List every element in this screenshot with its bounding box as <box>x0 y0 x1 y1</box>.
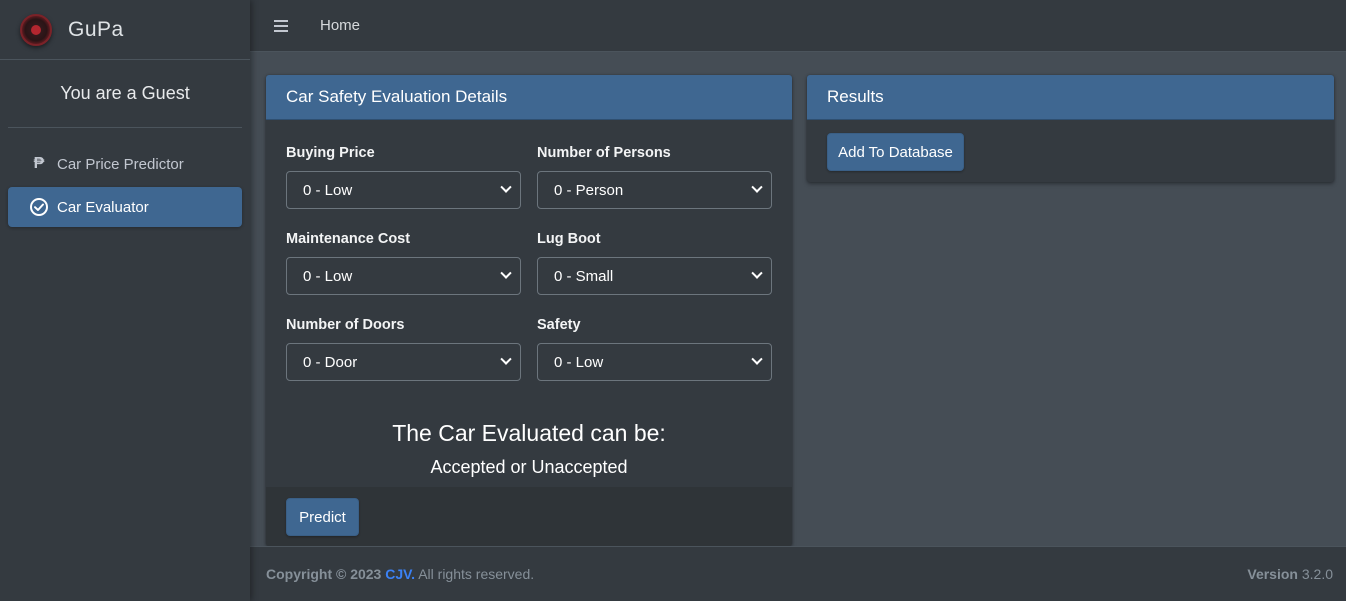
lug-boot-label: Lug Boot <box>537 231 601 247</box>
safety-label: Safety <box>537 317 581 333</box>
evaluation-details-card: Car Safety Evaluation Details Buying Pri… <box>266 75 792 546</box>
chevron-down-icon <box>500 181 512 193</box>
sidebar-item-label: Car Price Predictor <box>57 155 184 173</box>
results-card: Results Add To Database <box>807 75 1334 182</box>
select-value: 0 - Small <box>554 267 614 285</box>
card-footer: Predict <box>266 487 792 546</box>
rights-text: All rights reserved. <box>418 566 535 582</box>
brand-link[interactable]: GuPa <box>0 0 250 60</box>
chevron-down-icon <box>500 267 512 279</box>
copyright-prefix: Copyright © 2023 <box>266 566 382 582</box>
card-title: Results <box>807 75 1334 120</box>
persons-select[interactable]: 0 - Person <box>537 171 772 209</box>
doors-select[interactable]: 0 - Door <box>286 343 521 381</box>
safety-field: Safety 0 - Low <box>537 317 772 381</box>
version-number: 3.2.0 <box>1301 566 1333 582</box>
buying-price-field: Buying Price 0 - Low <box>286 145 521 209</box>
buying-price-label: Buying Price <box>286 145 375 161</box>
lug-boot-field: Lug Boot 0 - Small <box>537 231 772 295</box>
doors-label: Number of Doors <box>286 317 405 333</box>
chevron-down-icon <box>500 353 512 365</box>
footer-brand-link[interactable]: CJV. <box>385 566 415 582</box>
version-label: Version <box>1247 566 1298 582</box>
persons-label: Number of Persons <box>537 145 671 161</box>
select-value: 0 - Door <box>303 353 358 371</box>
peso-icon: ₱ <box>33 155 45 172</box>
doors-field: Number of Doors 0 - Door <box>286 317 521 381</box>
card-title: Car Safety Evaluation Details <box>266 75 792 120</box>
result-heading: The Car Evaluated can be: <box>392 420 666 446</box>
maintenance-label: Maintenance Cost <box>286 231 411 247</box>
sidebar-item-car-price-predictor[interactable]: ₱ Car Price Predictor <box>8 144 242 184</box>
nav-home-link[interactable]: Home <box>320 17 360 34</box>
chevron-down-icon <box>751 267 763 279</box>
main-footer: Copyright © 2023 CJV. All rights reserve… <box>250 546 1346 601</box>
predict-button[interactable]: Predict <box>286 498 359 536</box>
maintenance-select[interactable]: 0 - Low <box>286 257 521 295</box>
user-panel: You are a Guest <box>8 60 242 128</box>
sidebar-item-label: Car Evaluator <box>57 198 149 216</box>
maintenance-field: Maintenance Cost 0 - Low <box>286 231 521 295</box>
buying-price-select[interactable]: 0 - Low <box>286 171 521 209</box>
safety-select[interactable]: 0 - Low <box>537 343 772 381</box>
user-name: You are a Guest <box>60 83 190 103</box>
add-to-database-button[interactable]: Add To Database <box>827 133 964 171</box>
sidebar-nav: ₱ Car Price Predictor Car Evaluator <box>0 128 250 227</box>
select-value: 0 - Person <box>554 181 624 199</box>
menu-toggle-icon[interactable] <box>274 19 288 32</box>
version-info: Version 3.2.0 <box>1247 566 1333 582</box>
select-value: 0 - Low <box>303 267 353 285</box>
select-value: 0 - Low <box>554 353 604 371</box>
result-value: Accepted or Unaccepted <box>430 457 628 477</box>
brand-logo <box>20 13 52 46</box>
brand-text: GuPa <box>68 17 124 41</box>
chevron-down-icon <box>751 181 763 193</box>
select-value: 0 - Low <box>303 181 353 199</box>
sidebar-item-car-evaluator[interactable]: Car Evaluator <box>8 187 242 227</box>
lug-boot-select[interactable]: 0 - Small <box>537 257 772 295</box>
check-circle-icon <box>28 196 50 218</box>
persons-field: Number of Persons 0 - Person <box>537 145 772 209</box>
chevron-down-icon <box>751 353 763 365</box>
copyright: Copyright © 2023 CJV. All rights reserve… <box>266 566 534 582</box>
top-navbar: Home <box>250 0 1346 52</box>
sidebar: GuPa You are a Guest ₱ Car Price Predict… <box>0 0 250 601</box>
